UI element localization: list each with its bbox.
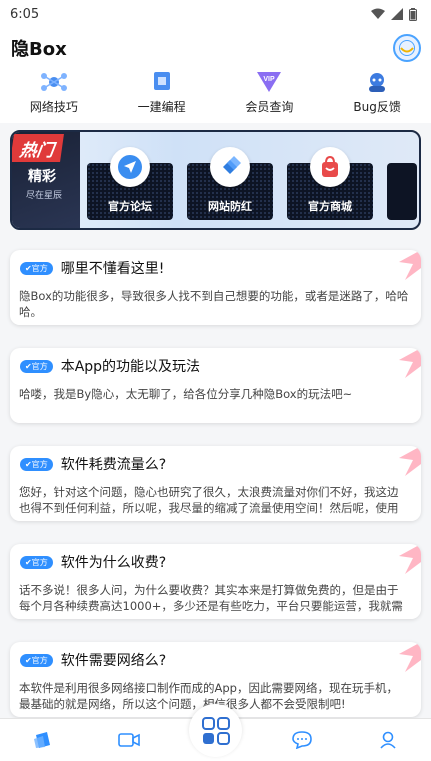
post-header: ✔官方 软件为什么收费? — [20, 552, 166, 572]
post-title: 软件耗费流量么? — [60, 457, 167, 473]
post-list: ✔官方 哪里不懂看这里! 隐Box的功能很多，导致很多人找不到自己想要的功能，或… — [10, 250, 421, 740]
banner-card-anti-red[interactable]: 网站防红 — [187, 147, 273, 220]
signal-icon — [391, 8, 403, 20]
nav-home[interactable] — [23, 725, 63, 755]
quick-vip-query[interactable]: VIP 会员查询 — [216, 68, 324, 123]
quick-label: 一建编程 — [137, 100, 186, 114]
quick-actions: 网络技巧 一建编程 VIP 会员查询 Bug反馈 — [0, 68, 431, 123]
quick-bug-feedback[interactable]: Bug反馈 — [323, 68, 431, 123]
post-title: 哪里不懂看这里! — [60, 261, 165, 277]
home-icon — [34, 732, 51, 748]
post-header: ✔官方 哪里不懂看这里! — [20, 258, 164, 278]
banner-card-label: 网站防红 — [208, 200, 252, 213]
app-title: 隐Box — [11, 39, 67, 60]
nav-video[interactable] — [109, 725, 149, 755]
ribbon-decoration-icon — [399, 250, 421, 280]
post-card[interactable]: ✔官方 本App的功能以及玩法 哈喽，我是By隐心，太无聊了，给各位分享几种隐B… — [10, 348, 421, 423]
post-fade — [10, 609, 421, 619]
banner-card-label: 官方论坛 — [108, 200, 152, 213]
post-title: 软件为什么收费? — [60, 555, 167, 571]
ribbon-decoration-icon — [399, 544, 421, 574]
post-header: ✔官方 软件耗费流量么? — [20, 454, 166, 474]
diamond-icon — [210, 147, 250, 187]
official-badge: ✔官方 — [20, 457, 53, 471]
quick-label: Bug反馈 — [353, 100, 401, 114]
avatar[interactable] — [393, 34, 421, 62]
banner-card-forum[interactable]: 官方论坛 — [87, 147, 173, 220]
post-title: 本App的功能以及玩法 — [60, 359, 201, 375]
official-badge: ✔官方 — [20, 555, 53, 569]
official-badge: ✔官方 — [20, 359, 53, 373]
chat-icon — [291, 731, 312, 749]
official-badge: ✔官方 — [20, 653, 53, 667]
vip-icon: VIP — [254, 70, 284, 92]
post-header: ✔官方 本App的功能以及玩法 — [20, 356, 200, 376]
app-bar: 隐Box — [0, 28, 431, 68]
banner-card-label: 官方商城 — [308, 200, 352, 213]
avatar-icon — [399, 40, 415, 56]
banner-title: 精彩 — [28, 169, 56, 185]
post-header: ✔官方 软件需要网络么? — [20, 650, 166, 670]
official-badge: ✔官方 — [20, 261, 53, 275]
post-card[interactable]: ✔官方 软件耗费流量么? 您好，针对这个问题，隐心也研究了很久，太浪费流量对你们… — [10, 446, 421, 521]
apps-grid-icon — [201, 716, 230, 745]
banner-card-shop[interactable]: 官方商城 — [287, 147, 373, 220]
quick-network-tips[interactable]: 网络技巧 — [0, 68, 108, 123]
status-bar: 6:05 — [0, 0, 431, 28]
ribbon-decoration-icon — [399, 642, 421, 672]
banner-card-partial[interactable] — [387, 163, 417, 220]
nav-messages[interactable] — [282, 725, 322, 755]
ribbon-decoration-icon — [399, 446, 421, 476]
send-icon — [110, 147, 150, 187]
quick-one-click-code[interactable]: 一建编程 — [108, 68, 216, 123]
bug-feedback-icon — [362, 70, 392, 92]
post-fade — [10, 511, 421, 521]
svg-text:VIP: VIP — [264, 76, 276, 83]
hot-banner[interactable]: 热门 精彩 尽在星辰 官方论坛 网站防红 官方商城 — [10, 130, 421, 230]
center-apps-button[interactable] — [189, 704, 242, 757]
wifi-icon — [371, 8, 385, 19]
quick-label: 网络技巧 — [29, 100, 78, 114]
shopping-bag-icon — [310, 147, 350, 187]
battery-icon — [409, 7, 417, 21]
banner-hot-panel: 热门 精彩 尽在星辰 — [12, 132, 80, 228]
ribbon-decoration-icon — [399, 348, 421, 378]
cube-icon — [147, 70, 177, 92]
post-fade — [10, 413, 421, 423]
status-time: 6:05 — [10, 6, 40, 22]
banner-subtitle: 尽在星辰 — [26, 191, 63, 201]
nav-profile[interactable] — [368, 725, 408, 755]
post-card[interactable]: ✔官方 软件为什么收费? 话不多说！很多人问，为什么要收费？其实本来是打算做免费… — [10, 544, 421, 619]
hot-tag: 热门 — [12, 134, 64, 162]
post-fade — [10, 315, 421, 325]
user-icon — [380, 731, 396, 749]
quick-label: 会员查询 — [245, 100, 294, 114]
video-icon — [118, 733, 141, 747]
post-card[interactable]: ✔官方 哪里不懂看这里! 隐Box的功能很多，导致很多人找不到自己想要的功能，或… — [10, 250, 421, 325]
post-title: 软件需要网络么? — [60, 653, 167, 669]
network-icon — [39, 70, 69, 92]
banner-cards: 官方论坛 网站防红 官方商城 — [87, 147, 417, 220]
status-icons — [371, 7, 417, 21]
